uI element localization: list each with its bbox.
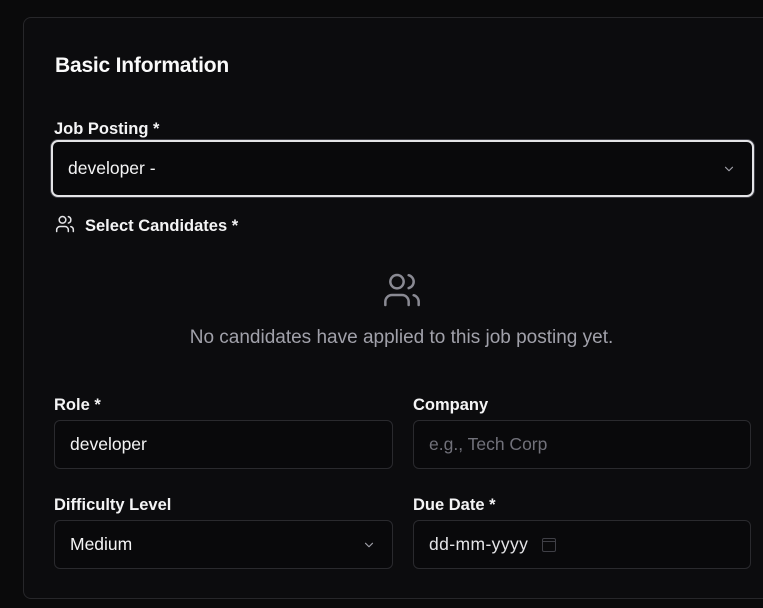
role-value: developer [70, 434, 147, 454]
users-icon [55, 214, 75, 239]
difficulty-level-label: Difficulty Level [54, 496, 172, 514]
select-candidates-header: Select Candidates * [55, 214, 238, 239]
users-icon [382, 270, 422, 315]
due-date-input[interactable]: dd-mm-yyyy [413, 520, 751, 569]
basic-information-card: Basic Information Job Posting * develope… [23, 17, 763, 599]
company-label: Company [413, 396, 489, 414]
difficulty-level-select[interactable]: Medium [54, 520, 393, 569]
due-date-label: Due Date * [413, 496, 496, 514]
section-title: Basic Information [55, 54, 229, 77]
due-date-placeholder: dd-mm-yyyy [429, 534, 529, 554]
job-posting-value: developer - [68, 158, 156, 178]
job-posting-label: Job Posting * [54, 120, 160, 138]
empty-candidates-message: No candidates have applied to this job p… [189, 327, 614, 348]
chevron-down-icon [361, 537, 377, 553]
role-label: Role * [54, 396, 101, 414]
company-input[interactable]: e.g., Tech Corp [413, 420, 751, 469]
select-candidates-label: Select Candidates * [85, 217, 239, 235]
difficulty-level-value: Medium [70, 534, 133, 554]
calendar-icon[interactable] [542, 537, 557, 552]
job-posting-select[interactable]: developer - [51, 140, 754, 197]
candidates-empty-state: No candidates have applied to this job p… [24, 270, 763, 349]
role-input[interactable]: developer [54, 420, 393, 469]
chevron-down-icon [721, 161, 737, 177]
company-placeholder: e.g., Tech Corp [429, 434, 548, 454]
